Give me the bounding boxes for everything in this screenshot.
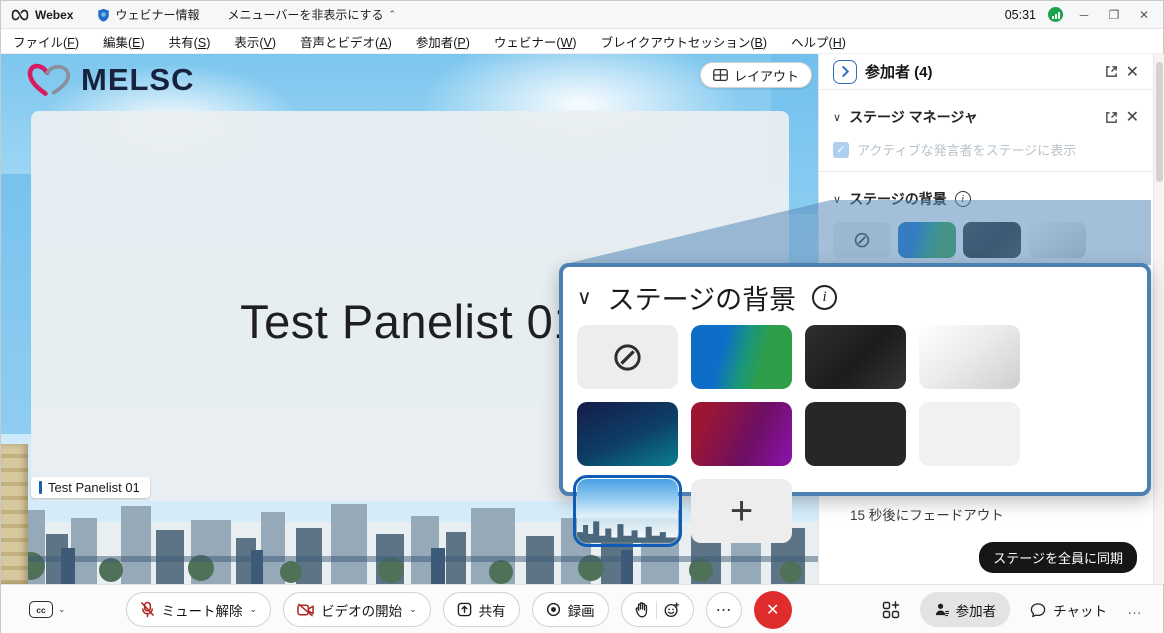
background-swatch-dark-charcoal[interactable] xyxy=(805,325,906,389)
meeting-timer: 05:31 xyxy=(1005,8,1036,22)
background-swatch-add[interactable]: + xyxy=(691,479,792,543)
chevron-down-icon: ⌄ xyxy=(58,604,66,615)
popup-swatch-grid: ⊘+ xyxy=(577,319,1133,543)
close-window-button[interactable]: ✕ xyxy=(1135,8,1153,22)
participants-header: 参加者 (4) xyxy=(865,61,933,82)
background-swatch-none[interactable]: ⊘ xyxy=(577,325,678,389)
more-options-button[interactable]: ⋯ xyxy=(706,592,742,628)
chevron-down-icon[interactable]: ⌄ xyxy=(409,604,417,615)
background-swatch-black[interactable] xyxy=(805,402,906,466)
add-background-icon: + xyxy=(730,489,753,534)
share-icon xyxy=(457,602,472,617)
menu-item-b[interactable]: ブレイクアウトセッション(B) xyxy=(601,32,767,51)
menu-item-e[interactable]: 編集(E) xyxy=(103,32,145,51)
none-icon: ⊘ xyxy=(853,228,871,253)
background-swatch-light-gray[interactable] xyxy=(919,402,1020,466)
brand-name: MELSC xyxy=(81,62,195,98)
checkbox-checked-icon[interactable]: ✓ xyxy=(833,142,849,158)
background-swatch-blue-green-gradient[interactable] xyxy=(898,222,956,258)
chevron-down-icon[interactable]: ∨ xyxy=(833,111,841,124)
record-button[interactable]: 録画 xyxy=(532,592,609,627)
sky-patch xyxy=(1,174,31,434)
background-swatch-none[interactable]: ⊘ xyxy=(833,222,891,258)
melsc-heart-icon xyxy=(27,60,73,100)
apps-button[interactable] xyxy=(882,601,900,619)
webinar-info-button[interactable]: ウェビナー情報 xyxy=(97,6,199,23)
panel-scrollbar[interactable] xyxy=(1153,54,1164,584)
participants-toggle-button[interactable]: 参加者 xyxy=(920,592,1011,627)
raise-hand-icon[interactable] xyxy=(635,602,649,618)
stage-manager-header: ステージ マネージャ xyxy=(849,107,978,127)
none-icon: ⊘ xyxy=(611,334,645,380)
stage-background-header: ステージの背景 xyxy=(849,189,947,209)
sync-stage-button[interactable]: ステージを全員に同期 xyxy=(979,542,1137,573)
webex-logo-icon xyxy=(11,8,29,22)
person-icon xyxy=(934,602,949,617)
collapse-panel-button[interactable] xyxy=(833,60,857,84)
background-swatch-dark-charcoal[interactable] xyxy=(963,222,1021,258)
menu-item-v[interactable]: 表示(V) xyxy=(234,32,276,51)
popup-title: ステージの背景 xyxy=(608,278,796,317)
layout-grid-icon xyxy=(713,69,728,81)
close-icon: ✕ xyxy=(766,600,779,620)
hide-menubar-button[interactable]: メニューバーを非表示にする ⌃ xyxy=(227,6,396,23)
menu-item-p[interactable]: 参加者(P) xyxy=(416,32,470,51)
speaker-title: Test Panelist 01 xyxy=(240,264,580,349)
menubar: ファイル(F) 編集(E) 共有(S) 表示(V) 音声とビデオ(A) 参加者(P) ウェビ… xyxy=(1,29,1163,54)
active-speaker-toggle[interactable]: ✓ アクティブな発言者をステージに表示 xyxy=(819,136,1153,172)
menu-item-a[interactable]: 音声とビデオ(A) xyxy=(300,32,392,51)
background-swatch-city-photo[interactable] xyxy=(577,479,678,543)
building-decoration xyxy=(1,444,28,584)
brand-logo: MELSC xyxy=(27,60,195,100)
menu-item-w[interactable]: ウェビナー(W) xyxy=(494,32,577,51)
reactions-emoji-icon[interactable] xyxy=(664,602,680,618)
chevron-down-icon[interactable]: ⌄ xyxy=(250,604,258,615)
background-swatch-silver-white[interactable] xyxy=(1028,222,1086,258)
chat-bubble-icon xyxy=(1030,602,1046,618)
speaking-indicator xyxy=(39,481,42,494)
background-swatch-blue-green-gradient[interactable] xyxy=(691,325,792,389)
shield-icon xyxy=(97,8,110,22)
info-icon[interactable]: i xyxy=(812,285,837,310)
stage-background-zoom-popup: ∨ ステージの背景 i ⊘+ xyxy=(559,263,1151,496)
participant-name-label: Test Panelist 01 xyxy=(31,477,150,498)
titlebar: Webex ウェビナー情報 メニューバーを非表示にする ⌃ 05:31 ─ ❐ … xyxy=(1,1,1163,29)
chevron-up-icon: ⌃ xyxy=(389,9,397,20)
camera-off-icon xyxy=(297,603,314,617)
share-button[interactable]: 共有 xyxy=(443,592,520,627)
reactions-button-group xyxy=(621,592,694,627)
layout-button[interactable]: レイアウト xyxy=(700,62,812,88)
background-swatch-silver-white[interactable] xyxy=(919,325,1020,389)
info-icon[interactable]: i xyxy=(955,191,971,207)
record-icon xyxy=(546,602,561,617)
toolbar-overflow-button[interactable]: … xyxy=(1127,601,1143,618)
webex-window: Webex ウェビナー情報 メニューバーを非表示にする ⌃ 05:31 ─ ❐ … xyxy=(0,0,1164,633)
background-swatch-navy-teal-gradient[interactable] xyxy=(577,402,678,466)
close-panel-icon[interactable]: ✕ xyxy=(1126,62,1139,82)
menu-item-s[interactable]: 共有(S) xyxy=(169,32,211,51)
popout-icon[interactable] xyxy=(1105,111,1118,124)
more-icon: ⋯ xyxy=(716,600,732,620)
background-swatch-crimson-purple-gradient[interactable] xyxy=(691,402,792,466)
cc-icon: cc xyxy=(29,601,53,618)
chat-toggle-button[interactable]: チャット xyxy=(1030,600,1107,620)
close-stage-manager-icon[interactable]: ✕ xyxy=(1126,107,1139,127)
minimize-button[interactable]: ─ xyxy=(1075,8,1093,22)
restore-button[interactable]: ❐ xyxy=(1105,8,1123,22)
app-name: Webex xyxy=(35,8,73,22)
leave-meeting-button[interactable]: ✕ xyxy=(754,591,792,629)
start-video-button[interactable]: ビデオの開始 ⌄ xyxy=(283,592,431,627)
chevron-down-icon[interactable]: ∨ xyxy=(833,193,841,206)
menu-item-f[interactable]: ファイル(F) xyxy=(13,32,79,51)
popout-icon[interactable] xyxy=(1105,65,1118,78)
menu-item-h[interactable]: ヘルプ(H) xyxy=(791,32,846,51)
control-toolbar: cc ⌄ ミュート解除 ⌄ ビデオの開始 ⌄ 共有 xyxy=(1,584,1163,633)
connection-quality-icon[interactable] xyxy=(1048,7,1063,22)
chevron-down-icon[interactable]: ∨ xyxy=(577,285,592,310)
mic-muted-icon xyxy=(140,601,155,618)
closed-captions-button[interactable]: cc ⌄ xyxy=(29,601,66,618)
unmute-button[interactable]: ミュート解除 ⌄ xyxy=(126,592,272,627)
